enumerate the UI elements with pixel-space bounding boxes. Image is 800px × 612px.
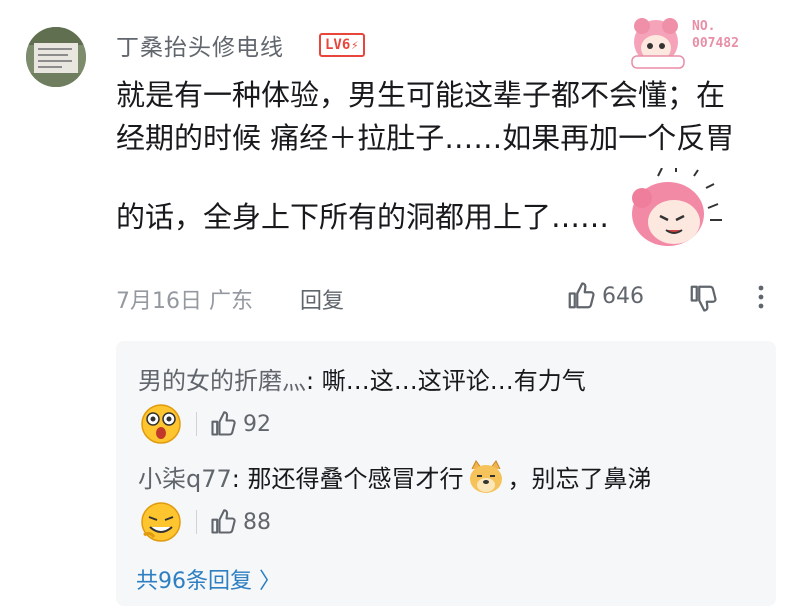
thumb-down-icon [690,285,717,312]
doge-emoji-icon [469,460,502,493]
like-button[interactable]: 646 [566,281,644,311]
comment-date: 7月16日 广东 [116,289,254,314]
crying-girl-sticker-icon [632,168,722,246]
laughing-emoji-icon [141,502,181,542]
surprised-emoji-icon [141,404,181,444]
replies-panel: 男的女的折磨灬: 嘶…这…这评论…有力气 92 小柒q77: 那还得叠个感冒才行… [116,341,776,606]
reply-button[interactable]: 回复 [300,283,344,315]
like-count: 646 [602,283,644,309]
reply-text: ，别忘了鼻涕 [507,465,652,493]
reply-item: 男的女的折磨灬: 嘶…这…这评论…有力气 [138,361,586,396]
thumb-up-icon [568,282,595,309]
avatar[interactable] [26,27,86,87]
view-all-replies-link[interactable]: 共96条回复 〉 [136,563,281,595]
reply-text: : 嘶…这…这评论…有力气 [306,367,586,395]
comment-line: 经期的时候 痛经＋拉肚子……如果再加一个反胃 [116,121,735,155]
level-badge: LV6⚡ [319,33,365,57]
dislike-button[interactable] [688,283,718,317]
comment-meta: 7月16日 广东 回复 646 [116,281,776,315]
reply-like-count: 88 [243,509,271,535]
thumb-up-icon[interactable] [209,508,237,536]
fan-badge-number: NO. 007482 [692,19,739,51]
username[interactable]: 丁桑抬头修电线 [116,28,284,62]
reply-username[interactable]: 小柒q77 [138,465,232,493]
more-vertical-icon [758,285,764,309]
reply-item: 小柒q77: 那还得叠个感冒才行 ，别忘了鼻涕 [138,459,652,495]
more-button[interactable] [756,283,766,319]
reply-like-count: 92 [243,411,271,437]
reply-actions: 88 [140,501,271,543]
comment-line: 就是有一种体验，男生可能这辈子都不会懂；在 [116,78,726,112]
reply-username[interactable]: 男的女的折磨灬 [138,367,306,395]
reply-actions: 92 [140,403,271,445]
reply-text: : 那还得叠个感冒才行 [231,465,464,493]
thumb-up-icon[interactable] [209,410,237,438]
